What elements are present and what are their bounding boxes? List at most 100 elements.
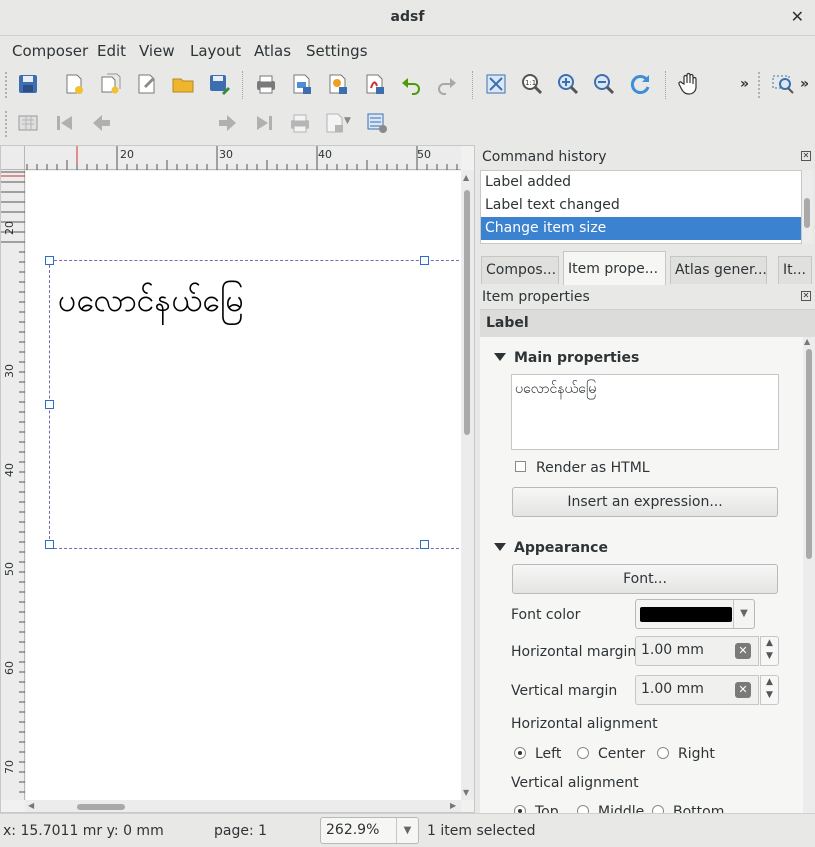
save-icon[interactable] bbox=[15, 71, 41, 97]
command-history-scrollbar[interactable] bbox=[802, 170, 813, 244]
close-dock-icon[interactable]: ✕ bbox=[801, 151, 811, 161]
close-icon[interactable]: ✕ bbox=[791, 7, 804, 26]
menu-edit[interactable]: Edit bbox=[97, 42, 126, 60]
label-item[interactable]: ပလောင်နယ်မြေ bbox=[45, 256, 464, 549]
chevron-down-icon[interactable]: ▼ bbox=[733, 600, 754, 628]
stepper-icon[interactable]: ▲ ▼ bbox=[760, 675, 779, 705]
list-item[interactable]: Label text changed bbox=[481, 194, 801, 217]
horizontal-margin-spinbox[interactable]: 1.00 mm ✕ ▲ ▼ bbox=[635, 636, 785, 666]
clear-icon[interactable]: ✕ bbox=[735, 643, 751, 659]
duplicate-composer-icon[interactable] bbox=[98, 71, 124, 97]
resize-handle[interactable] bbox=[420, 540, 429, 549]
valign-top-radio[interactable]: Top bbox=[514, 804, 559, 813]
zoom-out-icon[interactable] bbox=[591, 71, 617, 97]
halign-center-radio[interactable]: Center bbox=[577, 746, 645, 762]
refresh-icon[interactable] bbox=[627, 71, 653, 97]
atlas-preview-icon[interactable] bbox=[15, 110, 41, 136]
label-text-editor[interactable]: ပလောင်နယ်မြေ bbox=[511, 374, 779, 450]
export-pdf-icon[interactable] bbox=[362, 71, 388, 97]
chevron-down-icon[interactable]: ▼ bbox=[396, 818, 418, 843]
toolbar-grip[interactable] bbox=[758, 72, 762, 98]
radio-icon[interactable] bbox=[577, 747, 589, 759]
valign-middle-radio[interactable]: Middle bbox=[577, 804, 644, 813]
radio-icon[interactable] bbox=[514, 805, 526, 813]
menu-composer[interactable]: Composer bbox=[12, 42, 88, 60]
menu-view[interactable]: View bbox=[139, 42, 175, 60]
zoom-full-icon[interactable] bbox=[483, 71, 509, 97]
radio-icon[interactable] bbox=[577, 805, 589, 813]
atlas-settings-icon[interactable] bbox=[364, 110, 390, 136]
pan-hand-icon[interactable] bbox=[676, 71, 702, 97]
font-color-button[interactable]: ▼ bbox=[635, 599, 755, 629]
scroll-down-icon[interactable]: ▼ bbox=[463, 788, 469, 797]
tab-composition[interactable]: Compos... bbox=[481, 256, 559, 284]
composer-manager-icon[interactable] bbox=[134, 71, 160, 97]
appearance-group[interactable]: Appearance bbox=[494, 540, 608, 556]
collapse-triangle-icon[interactable] bbox=[494, 353, 506, 361]
insert-expression-button[interactable]: Insert an expression... bbox=[512, 487, 778, 517]
valign-bottom-radio[interactable]: Bottom bbox=[652, 804, 724, 813]
menu-atlas[interactable]: Atlas bbox=[254, 42, 291, 60]
main-properties-group[interactable]: Main properties bbox=[494, 350, 639, 366]
export-svg-icon[interactable] bbox=[325, 71, 351, 97]
scroll-up-icon[interactable]: ▲ bbox=[804, 337, 810, 346]
toolbar-grip[interactable] bbox=[5, 72, 9, 98]
canvas-vertical-scrollbar[interactable]: ▲ ▼ bbox=[461, 170, 474, 800]
scroll-right-icon[interactable]: ▶ bbox=[450, 801, 456, 810]
canvas-horizontal-scrollbar[interactable]: ◀ ▶ bbox=[25, 800, 461, 812]
halign-right-radio[interactable]: Right bbox=[657, 746, 715, 762]
list-item-selected[interactable]: Change item size bbox=[481, 217, 801, 240]
close-dock-icon[interactable]: ✕ bbox=[801, 291, 811, 301]
collapse-triangle-icon[interactable] bbox=[494, 543, 506, 551]
zoom-100-icon[interactable]: 1:1 bbox=[519, 71, 545, 97]
resize-handle[interactable] bbox=[45, 256, 54, 265]
redo-icon[interactable] bbox=[434, 71, 460, 97]
toolbar-overflow-icon-2[interactable]: » bbox=[800, 76, 809, 92]
font-button[interactable]: Font... bbox=[512, 564, 778, 594]
zoom-in-icon[interactable] bbox=[555, 71, 581, 97]
horizontal-ruler[interactable]: 20 30 40 50 bbox=[25, 146, 461, 170]
radio-icon[interactable] bbox=[652, 805, 664, 813]
menu-settings[interactable]: Settings bbox=[306, 42, 368, 60]
print-icon[interactable] bbox=[253, 71, 279, 97]
toolbar-overflow-icon[interactable]: » bbox=[740, 76, 749, 92]
halign-left-radio[interactable]: Left bbox=[514, 746, 561, 762]
scroll-thumb[interactable] bbox=[804, 198, 810, 228]
next-feature-icon[interactable] bbox=[215, 110, 241, 136]
vertical-margin-spinbox[interactable]: 1.00 mm ✕ ▲ ▼ bbox=[635, 675, 785, 705]
command-history-list[interactable]: Label added Label text changed Change it… bbox=[480, 170, 802, 244]
resize-handle[interactable] bbox=[45, 400, 54, 409]
previous-feature-icon[interactable] bbox=[88, 110, 114, 136]
first-feature-icon[interactable] bbox=[52, 110, 78, 136]
scroll-thumb[interactable] bbox=[77, 804, 125, 810]
export-image-icon[interactable] bbox=[289, 71, 315, 97]
new-composer-icon[interactable] bbox=[61, 71, 87, 97]
toolbar-grip[interactable] bbox=[5, 111, 9, 137]
select-move-item-icon[interactable] bbox=[770, 71, 796, 97]
scroll-left-icon[interactable]: ◀ bbox=[28, 801, 34, 810]
composer-canvas[interactable]: 20 30 40 50 20 30 40 50 60 70 ပလောင်နယ်မ… bbox=[0, 145, 475, 813]
chevron-down-icon[interactable]: ▼ bbox=[344, 116, 351, 126]
radio-icon[interactable] bbox=[514, 747, 526, 759]
resize-handle[interactable] bbox=[45, 540, 54, 549]
menu-layout[interactable]: Layout bbox=[190, 42, 241, 60]
open-template-icon[interactable] bbox=[170, 71, 196, 97]
stepper-icon[interactable]: ▲ ▼ bbox=[760, 636, 779, 666]
scroll-up-icon[interactable]: ▲ bbox=[463, 173, 469, 182]
undo-icon[interactable] bbox=[398, 71, 424, 97]
resize-handle[interactable] bbox=[420, 256, 429, 265]
last-feature-icon[interactable] bbox=[251, 110, 277, 136]
vertical-ruler[interactable]: 20 30 40 50 60 70 bbox=[1, 170, 25, 800]
zoom-combobox[interactable]: 262.9% ▼ bbox=[320, 817, 419, 844]
render-html-checkbox[interactable]: Render as HTML bbox=[515, 460, 650, 476]
save-template-icon[interactable] bbox=[206, 71, 232, 97]
tab-items[interactable]: It... bbox=[778, 256, 812, 284]
radio-icon[interactable] bbox=[657, 747, 669, 759]
print-atlas-icon[interactable] bbox=[287, 110, 313, 136]
composer-page[interactable]: ပလောင်နယ်မြေ bbox=[26, 171, 464, 801]
scroll-thumb[interactable] bbox=[806, 349, 812, 559]
scroll-thumb[interactable] bbox=[464, 190, 470, 435]
checkbox-icon[interactable] bbox=[515, 461, 526, 472]
item-properties-scrollbar[interactable]: ▲ bbox=[803, 337, 815, 813]
tab-atlas-generation[interactable]: Atlas gener... bbox=[670, 256, 767, 284]
